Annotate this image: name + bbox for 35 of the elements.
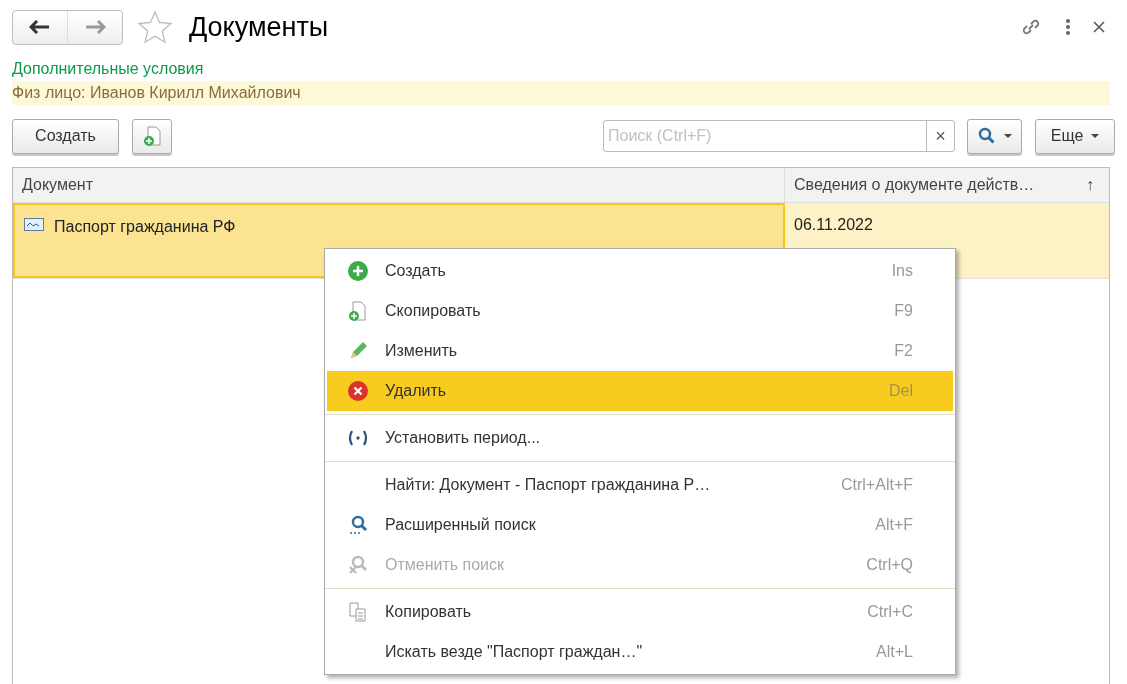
search-options-button[interactable]	[967, 118, 1022, 154]
document-icon	[24, 218, 44, 231]
plus-circle-icon	[347, 260, 369, 282]
new-document-icon	[142, 125, 162, 147]
copy-button[interactable]	[132, 118, 172, 154]
additional-conditions-link[interactable]: Дополнительные условия	[12, 57, 1115, 81]
menu-item[interactable]: Расширенный поиск Alt+F	[327, 505, 953, 545]
arrow-right-icon	[84, 20, 106, 34]
arrow-left-icon	[29, 20, 51, 34]
delete-icon	[347, 380, 369, 402]
menu-item[interactable]: Копировать Ctrl+C	[327, 592, 953, 632]
copy-icon	[347, 601, 369, 623]
filter-condition: Физ лицо: Иванов Кирилл Михайлович	[12, 81, 1110, 105]
caret-icon	[1091, 134, 1100, 138]
menu-item[interactable]: Изменить F2	[327, 331, 953, 371]
search-icon	[977, 127, 996, 145]
window-title: Документы	[189, 10, 329, 44]
menu-item[interactable]: Искать везде "Паспорт граждан…" Alt+L	[327, 632, 953, 672]
column-header[interactable]: Документ	[13, 168, 785, 202]
search-field[interactable]: Поиск (Ctrl+F) ×	[603, 120, 955, 152]
menu-item[interactable]: Найти: Документ - Паспорт гражданина Р… Ctrl+Alt+F	[327, 465, 953, 505]
caret-icon	[1003, 134, 1012, 138]
more-options-icon[interactable]	[1065, 18, 1071, 36]
more-button[interactable]: Еще	[1035, 118, 1115, 154]
clear-search-button[interactable]: ×	[926, 121, 954, 151]
search-icon	[347, 514, 369, 536]
create-button[interactable]: Создать	[12, 118, 119, 154]
menu-item[interactable]: Установить период...	[327, 418, 953, 458]
column-header[interactable]: Сведения о документе действ… ↑	[785, 168, 1109, 202]
menu-item[interactable]: Удалить Del	[327, 371, 953, 411]
menu-item[interactable]: Скопировать F9	[327, 291, 953, 331]
cancel-search-icon	[347, 554, 369, 576]
close-icon[interactable]	[1093, 21, 1105, 33]
star-icon[interactable]	[137, 10, 173, 44]
new-document-icon	[347, 300, 369, 322]
